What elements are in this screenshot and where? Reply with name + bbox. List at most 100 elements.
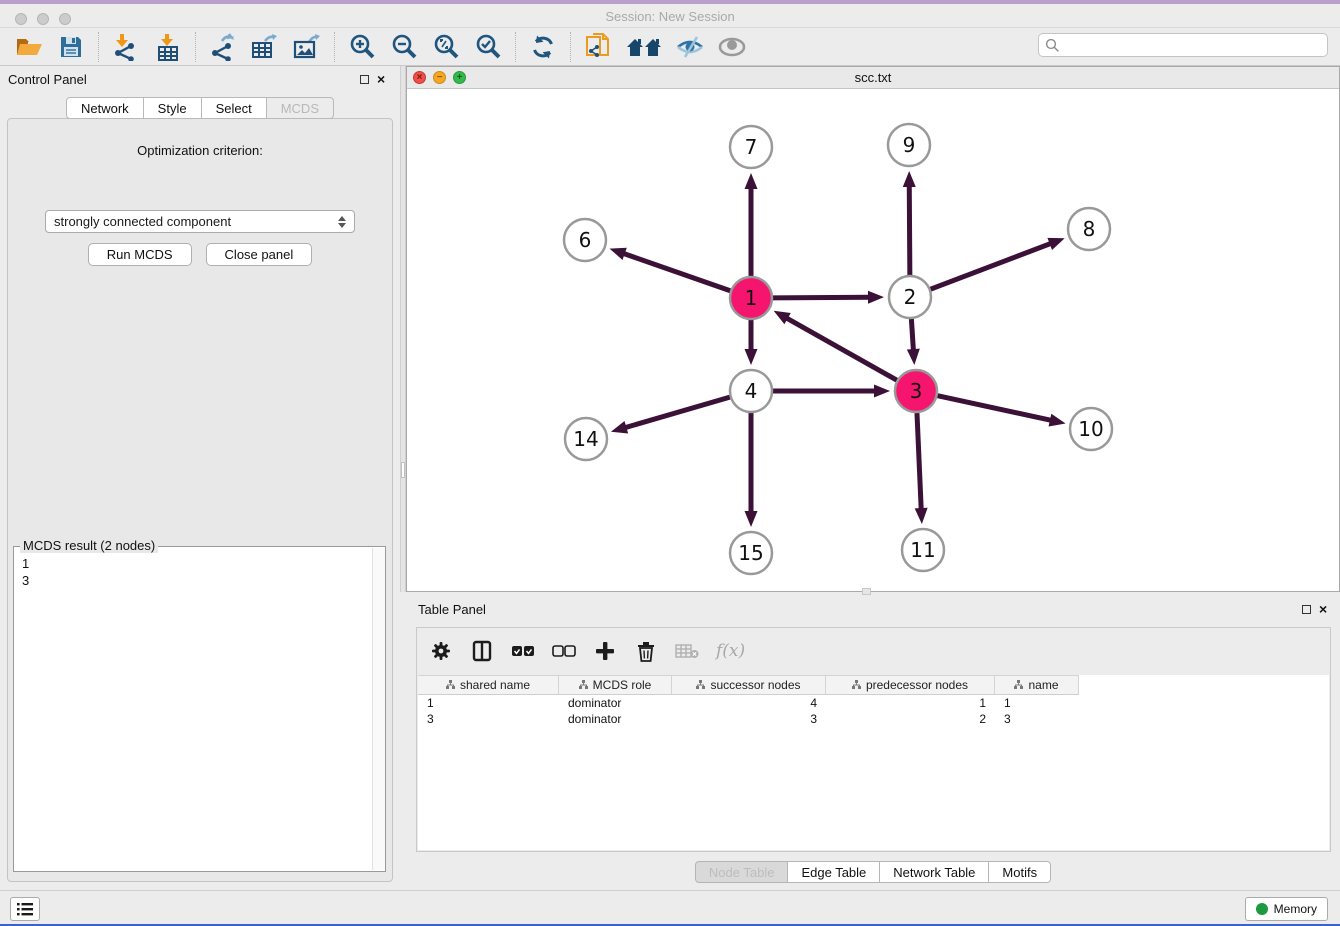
tab-motifs[interactable]: Motifs (989, 861, 1051, 883)
delete-column-button[interactable] (634, 639, 658, 663)
network-window-titlebar[interactable]: × − + scc.txt (407, 67, 1339, 89)
network-resize-grip[interactable] (862, 588, 871, 595)
show-panel-button[interactable] (716, 32, 748, 62)
zoom-fit-button[interactable] (430, 32, 462, 62)
tab-select[interactable]: Select (202, 97, 267, 119)
table-cell[interactable]: 1 (826, 695, 995, 711)
network-canvas[interactable]: 7968124314101511 (407, 89, 1339, 591)
delete-table-button[interactable] (675, 639, 699, 663)
network-window: × − + scc.txt 7968124314101511 (406, 66, 1340, 592)
result-scrollbar[interactable] (372, 548, 385, 870)
table-row[interactable]: 3dominator323 (418, 711, 1329, 727)
close-panel-button[interactable]: Close panel (206, 243, 313, 266)
control-panel-float-button[interactable] (360, 75, 369, 84)
edge-arrowhead (745, 173, 758, 189)
edge-4-14[interactable] (623, 397, 729, 428)
table-panel-header: Table Panel × (406, 596, 1340, 622)
search-input[interactable] (1060, 35, 1327, 55)
search-icon (1045, 38, 1060, 53)
open-session-button[interactable] (13, 32, 45, 62)
memory-label: Memory (1274, 902, 1317, 916)
column-header-predecessor-nodes[interactable]: predecessor nodes (826, 675, 995, 695)
export-image-button[interactable] (291, 32, 323, 62)
edge-arrowhead (903, 171, 916, 187)
edge-2-9[interactable] (909, 184, 910, 275)
memory-status-icon (1256, 903, 1268, 915)
import-table-icon (155, 33, 181, 61)
column-header-successor-nodes[interactable]: successor nodes (672, 675, 826, 695)
export-network-button[interactable] (207, 32, 239, 62)
edge-3-10[interactable] (937, 396, 1052, 421)
edge-1-2[interactable] (773, 297, 871, 298)
tab-mcds[interactable]: MCDS (267, 97, 334, 119)
search-box[interactable] (1038, 33, 1328, 57)
edge-2-8[interactable] (931, 243, 1053, 289)
table-cell[interactable]: 3 (995, 711, 1079, 727)
column-header-MCDS-role[interactable]: MCDS role (559, 675, 672, 695)
tab-node-table[interactable]: Node Table (695, 861, 789, 883)
table-panel-close-button[interactable]: × (1319, 601, 1327, 617)
apply-function-button[interactable]: f(x) (716, 641, 745, 661)
table-cell[interactable]: dominator (559, 711, 672, 727)
zoom-in-button[interactable] (346, 32, 378, 62)
edge-arrowhead (874, 385, 890, 398)
export-table-button[interactable] (249, 32, 281, 62)
refresh-button[interactable] (527, 32, 559, 62)
select-all-columns-button[interactable] (511, 639, 535, 663)
table-cell[interactable]: 2 (826, 711, 995, 727)
run-mcds-button[interactable]: Run MCDS (88, 243, 192, 266)
column-header-name[interactable]: name (995, 675, 1079, 695)
graph-node-label: 8 (1083, 217, 1096, 241)
hide-panel-button[interactable] (674, 32, 706, 62)
show-columns-button[interactable] (470, 639, 494, 663)
checked-boxes-icon (511, 645, 535, 657)
control-panel-close-button[interactable]: × (377, 71, 385, 87)
tab-network-table[interactable]: Network Table (880, 861, 989, 883)
unselect-all-columns-button[interactable] (552, 639, 576, 663)
graph-node-label: 7 (745, 135, 758, 159)
graph-node-label: 14 (573, 427, 598, 451)
import-network-button[interactable] (110, 32, 142, 62)
optimization-criterion-select[interactable]: strongly connected component (45, 210, 355, 233)
graph-node-label: 10 (1078, 417, 1103, 441)
control-panel-tabs: NetworkStyleSelectMCDS (0, 97, 400, 119)
table-cell[interactable]: 4 (672, 695, 826, 711)
import-table-button[interactable] (152, 32, 184, 62)
table-settings-button[interactable] (429, 639, 453, 663)
zoom-out-button[interactable] (388, 32, 420, 62)
toolbar-separator (195, 32, 196, 62)
table-cell[interactable]: dominator (559, 695, 672, 711)
open-folder-icon (15, 35, 43, 59)
tab-edge-table[interactable]: Edge Table (788, 861, 880, 883)
clone-network-button[interactable] (582, 32, 614, 62)
memory-button[interactable]: Memory (1245, 897, 1328, 921)
add-column-button[interactable] (593, 639, 617, 663)
edge-3-11[interactable] (917, 413, 921, 511)
edge-3-1[interactable] (785, 317, 897, 380)
select-stepper-icon (338, 216, 346, 228)
table-cell[interactable]: 1 (995, 695, 1079, 711)
tab-network[interactable]: Network (66, 97, 144, 119)
splitter-grip[interactable] (401, 462, 405, 478)
column-header-shared-name[interactable]: shared name (418, 675, 559, 695)
edge-2-3[interactable] (911, 319, 913, 352)
zoom-selected-button[interactable] (472, 32, 504, 62)
tab-style[interactable]: Style (144, 97, 202, 119)
edge-1-6[interactable] (622, 253, 730, 291)
network-graph: 7968124314101511 (407, 89, 1339, 591)
export-image-icon (293, 33, 321, 61)
mcds-result-text[interactable]: 1 3 (14, 551, 371, 871)
table-cell[interactable]: 3 (672, 711, 826, 727)
column-header-label: name (1028, 678, 1058, 692)
export-table-icon (251, 33, 279, 61)
sort-icon (696, 680, 705, 690)
table-cell[interactable]: 1 (418, 695, 559, 711)
show-all-networks-button[interactable] (624, 32, 664, 62)
table-panel-float-button[interactable] (1302, 605, 1311, 614)
table-row[interactable]: 1dominator411 (418, 695, 1329, 711)
save-session-button[interactable] (55, 32, 87, 62)
columns-icon (472, 640, 492, 662)
table-cell[interactable]: 3 (418, 711, 559, 727)
graph-node-label: 1 (745, 286, 758, 310)
task-history-button[interactable] (10, 897, 40, 921)
